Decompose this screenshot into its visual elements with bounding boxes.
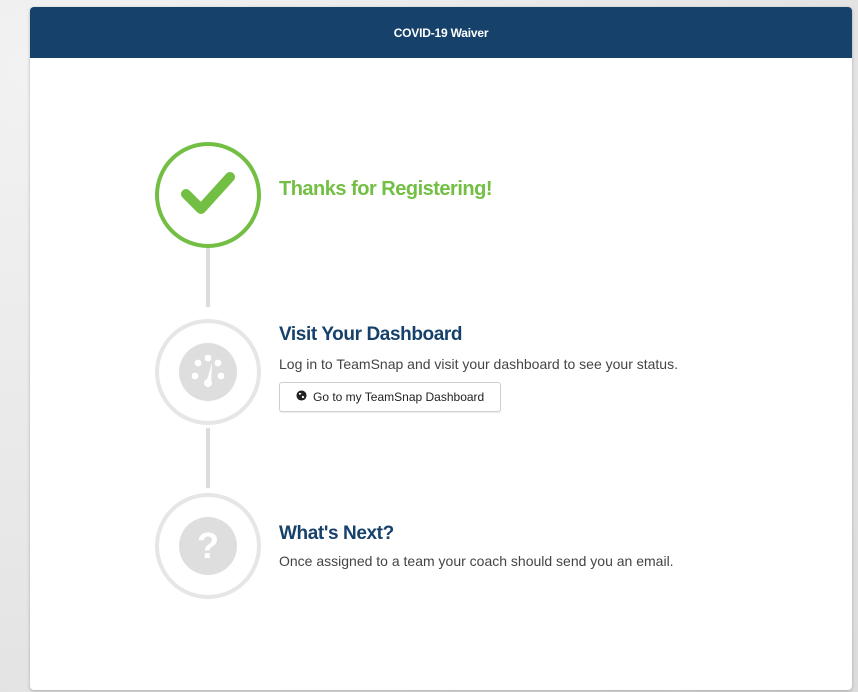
header-title: COVID-19 Waiver <box>393 25 489 40</box>
question-mark-icon: ? <box>179 517 237 575</box>
step-dashboard: Visit Your Dashboard Log in to TeamSnap … <box>279 324 678 412</box>
step-pending-circle <box>155 319 261 425</box>
step-registered: Thanks for Registering! <box>279 178 492 201</box>
svg-text:?: ? <box>197 525 219 566</box>
step-title: Visit Your Dashboard <box>279 324 463 345</box>
step-connector-line <box>206 428 210 488</box>
step-description: Log in to TeamSnap and visit your dashbo… <box>279 356 678 372</box>
step-complete-circle <box>155 142 261 248</box>
step-description: Once assigned to a team your coach shoul… <box>279 553 674 569</box>
checkmark-icon <box>180 168 236 223</box>
go-to-dashboard-button[interactable]: Go to my TeamSnap Dashboard <box>279 382 502 412</box>
step-title: What's Next? <box>279 523 394 544</box>
card-header: COVID-19 Waiver <box>30 7 852 58</box>
step-whats-next: What's Next? Once assigned to a team you… <box>279 523 674 569</box>
step-title: Thanks for Registering! <box>279 178 492 200</box>
globe-icon <box>296 390 307 404</box>
step-connector-line <box>206 247 210 307</box>
dashboard-gauge-icon <box>179 343 237 401</box>
button-label: Go to my TeamSnap Dashboard <box>313 390 485 404</box>
step-pending-circle: ? <box>155 493 261 599</box>
waiver-card: COVID-19 Waiver Thanks for Registering! <box>30 7 852 690</box>
